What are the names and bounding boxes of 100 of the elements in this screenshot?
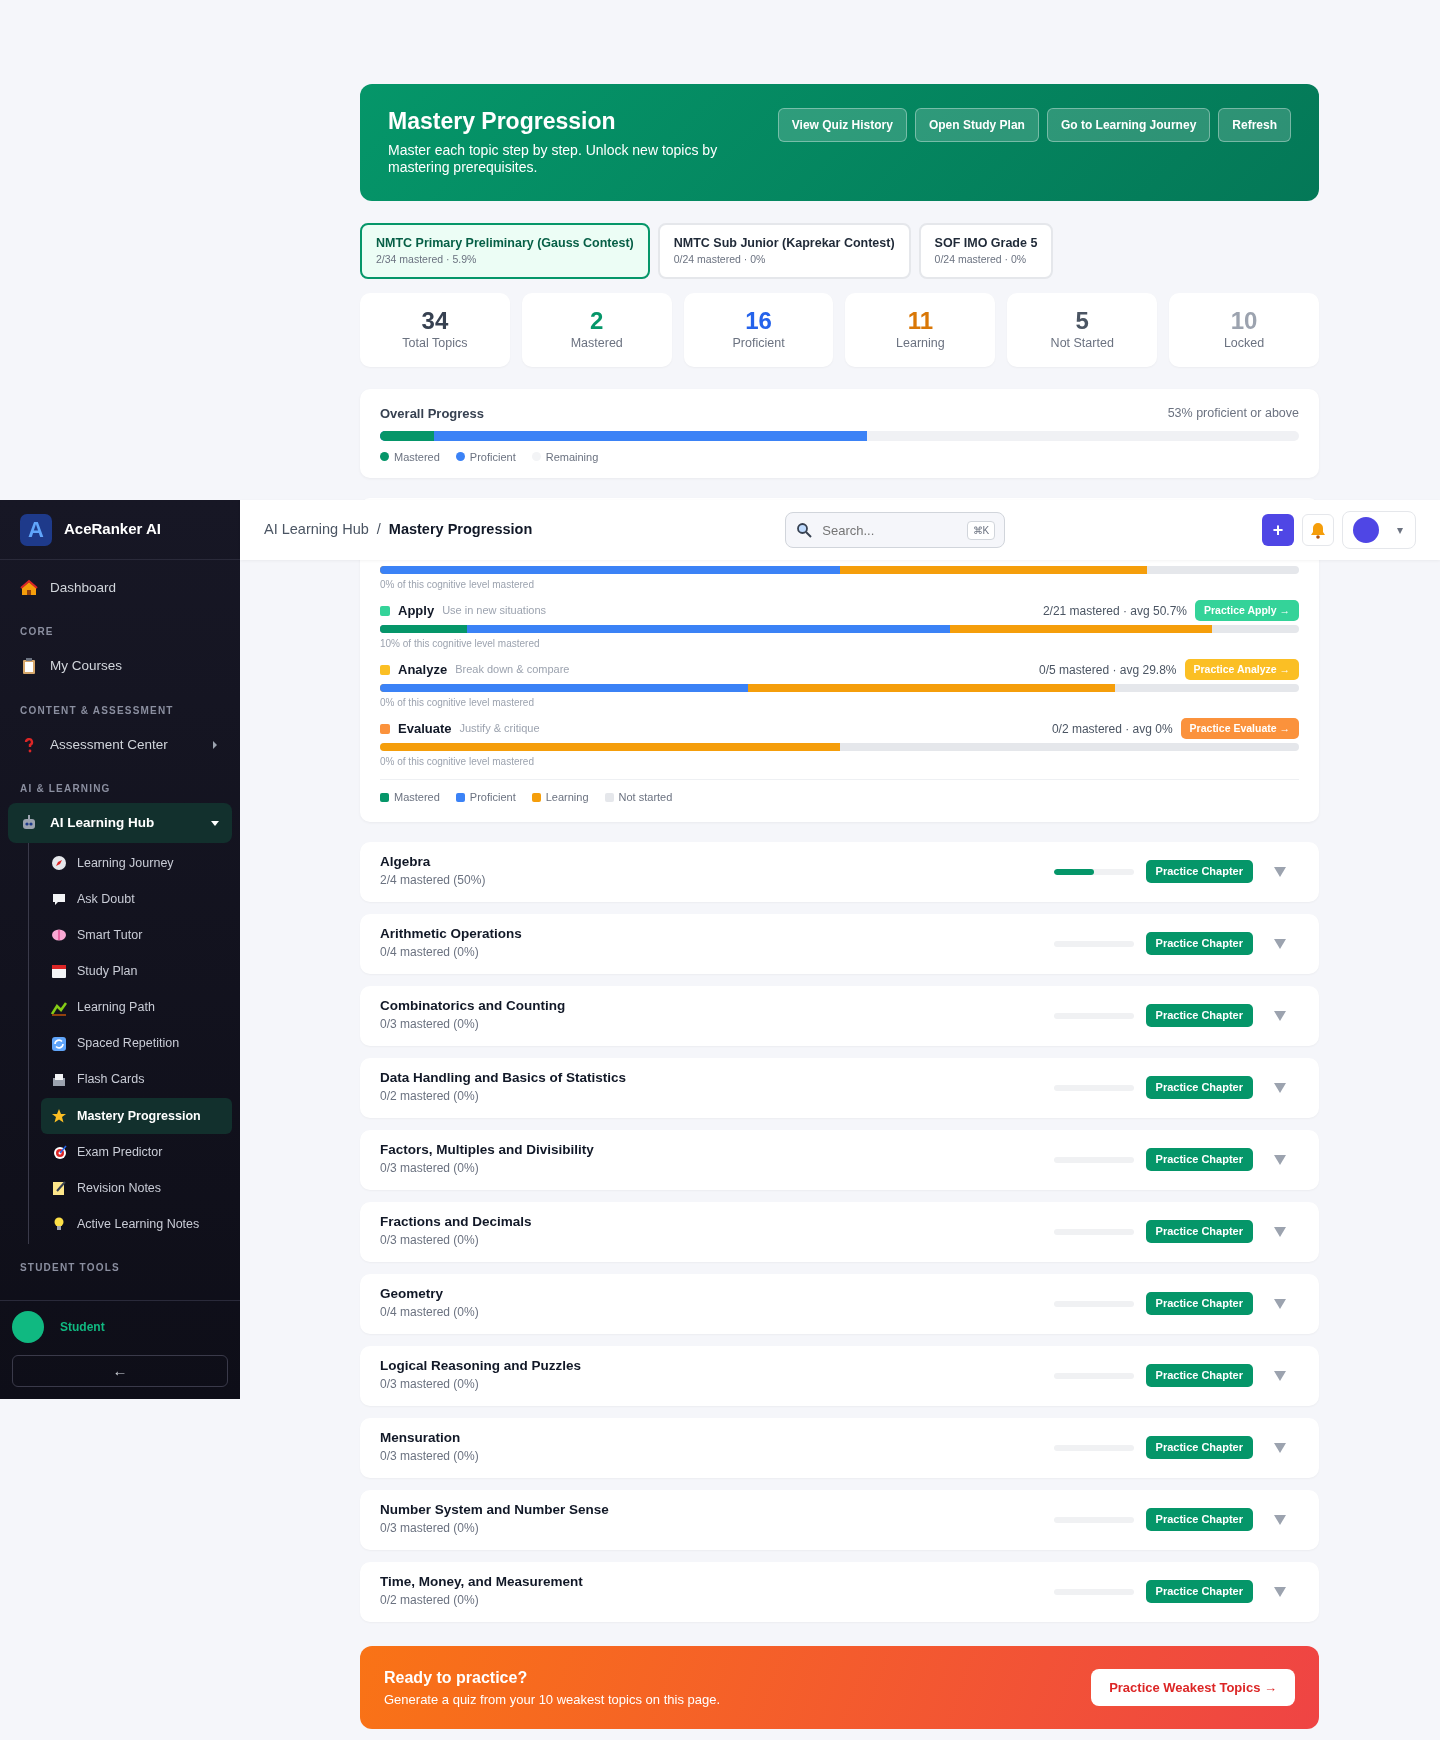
stat-value: 34 xyxy=(421,307,449,334)
chapter-row[interactable]: Geometry 0/4 mastered (0%) Practice Chapter xyxy=(360,1273,1319,1334)
stat-value: 10 xyxy=(1230,307,1258,334)
exam-tab[interactable]: SOF IMO Grade 5 0/24 mastered · 0% xyxy=(918,222,1054,280)
breadcrumb-separator: / xyxy=(376,520,381,540)
exam-tab[interactable]: NMTC Primary Preliminary (Gauss Contest) 2/34 mastered · 5.9% xyxy=(360,222,650,280)
user-avatar xyxy=(1353,517,1379,543)
legend-label: Proficient xyxy=(469,449,516,465)
expand-triangle-icon[interactable] xyxy=(1273,1513,1287,1526)
header-button[interactable]: Open Study Plan xyxy=(914,108,1039,142)
chapter-progress-text: 0/3 mastered (0%) xyxy=(380,1160,480,1178)
chapter-row[interactable]: Data Handling and Basics of Statistics 0/2 mastered (0%) Practice Chapter xyxy=(360,1057,1319,1118)
star-icon xyxy=(51,1107,67,1124)
nav-subitem[interactable]: Exam Predictor xyxy=(41,1134,232,1171)
nav-subitem[interactable]: Active Learning Notes xyxy=(41,1206,232,1243)
exam-tab[interactable]: NMTC Sub Junior (Kaprekar Contest) 0/24 mastered · 0% xyxy=(657,222,911,280)
nav-subitem[interactable]: Learning Path xyxy=(41,989,232,1026)
nav-item[interactable]: My Courses xyxy=(8,646,232,687)
chapter-progress-text: 0/3 mastered (0%) xyxy=(380,1016,480,1034)
chapter-progress-text: 0/2 mastered (0%) xyxy=(380,1592,480,1610)
practice-chapter-button[interactable]: Practice Chapter xyxy=(1145,860,1253,883)
practice-chapter-button[interactable]: Practice Chapter xyxy=(1145,1364,1253,1387)
nav-item[interactable]: AI Learning Hub xyxy=(8,802,232,843)
chapter-row[interactable]: Combinatorics and Counting 0/3 mastered (0%) Practice Chapter xyxy=(360,985,1319,1046)
logo: A xyxy=(20,513,52,546)
header-button[interactable]: Refresh xyxy=(1218,108,1291,142)
chapter-title: Arithmetic Operations xyxy=(380,926,523,944)
nav-item[interactable]: Assessment Center xyxy=(8,724,232,765)
nav-subitem[interactable]: Learning Journey xyxy=(41,845,232,882)
chapter-title: Geometry xyxy=(380,1286,445,1304)
chapter-row[interactable]: Number System and Number Sense 0/3 mastered (0%) Practice Chapter xyxy=(360,1489,1319,1550)
chapter-row[interactable]: Arithmetic Operations 0/4 mastered (0%) Practice Chapter xyxy=(360,913,1319,974)
bell-icon xyxy=(1309,521,1327,539)
breadcrumb-link[interactable]: AI Learning Hub xyxy=(264,519,369,541)
practice-chapter-button[interactable]: Practice Chapter xyxy=(1145,932,1253,955)
caret-icon xyxy=(210,739,220,750)
expand-triangle-icon[interactable] xyxy=(1273,1441,1287,1454)
chapter-progress-text: 0/3 mastered (0%) xyxy=(380,1232,480,1250)
expand-triangle-icon[interactable] xyxy=(1273,1009,1287,1022)
refresh-icon xyxy=(51,1035,67,1052)
clipboard-icon xyxy=(20,657,38,676)
expand-triangle-icon[interactable] xyxy=(1273,1297,1287,1310)
chapter-row[interactable]: Mensuration 0/3 mastered (0%) Practice Chapter xyxy=(360,1417,1319,1478)
chapter-progress-text: 0/4 mastered (0%) xyxy=(380,944,480,962)
expand-triangle-icon[interactable] xyxy=(1273,1153,1287,1166)
nav-subitem[interactable]: Smart Tutor xyxy=(41,917,232,954)
progress-summary: 53% proficient or above xyxy=(1167,405,1299,423)
stat-value: 16 xyxy=(745,307,772,334)
chapter-row[interactable]: Algebra 2/4 mastered (50%) Practice Chapter xyxy=(360,841,1319,902)
add-button[interactable]: + xyxy=(1262,514,1294,546)
practice-chapter-button[interactable]: Practice Chapter xyxy=(1145,1436,1253,1459)
expand-triangle-icon[interactable] xyxy=(1273,865,1287,878)
brand-name: AceRanker AI xyxy=(64,519,161,540)
nav-subitem[interactable]: Ask Doubt xyxy=(41,881,232,918)
expand-triangle-icon[interactable] xyxy=(1273,1081,1287,1094)
level-stats: 0/2 mastered · avg 0% xyxy=(1051,720,1173,738)
chapter-row[interactable]: Factors, Multiples and Divisibility 0/3 mastered (0%) Practice Chapter xyxy=(360,1129,1319,1190)
level-description: Use in new situations xyxy=(442,603,547,619)
chapter-title: Factors, Multiples and Divisibility xyxy=(380,1142,595,1160)
nav-subitem[interactable]: Study Plan xyxy=(41,953,232,990)
expand-triangle-icon[interactable] xyxy=(1273,1369,1287,1382)
notifications-button[interactable] xyxy=(1302,514,1334,546)
nav-subitem[interactable]: Mastery Progression xyxy=(41,1097,232,1134)
calendar-icon xyxy=(51,963,67,980)
practice-chapter-button[interactable]: Practice Chapter xyxy=(1145,1508,1253,1531)
chapter-row[interactable]: Logical Reasoning and Puzzles 0/3 mastered (0%) Practice Chapter xyxy=(360,1345,1319,1406)
level-caption: 10% of this cognitive level mastered xyxy=(380,637,541,652)
shortcut-hint: ⌘K xyxy=(966,521,996,540)
level-stats: 2/21 mastered · avg 50.7% xyxy=(1042,602,1187,620)
chapter-row[interactable]: Fractions and Decimals 0/3 mastered (0%) Practice Chapter xyxy=(360,1201,1319,1262)
nav-item[interactable]: Dashboard xyxy=(8,568,232,609)
header-button[interactable]: Go to Learning Journey xyxy=(1046,108,1211,142)
stat-value: 5 xyxy=(1075,307,1089,334)
practice-chapter-button[interactable]: Practice Chapter xyxy=(1145,1580,1253,1603)
chapter-progress-text: 2/4 mastered (50%) xyxy=(380,872,487,890)
user-menu-button[interactable]: ▾ xyxy=(1342,511,1416,549)
chapter-row[interactable]: Time, Money, and Measurement 0/2 mastered (0%) Practice Chapter xyxy=(360,1561,1319,1622)
practice-chapter-button[interactable]: Practice Chapter xyxy=(1145,1148,1253,1171)
nav-subitem[interactable]: Spaced Repetition xyxy=(41,1025,232,1062)
expand-triangle-icon[interactable] xyxy=(1273,1225,1287,1238)
collapse-sidebar-button[interactable]: ← xyxy=(12,1354,228,1387)
nav-subitem[interactable]: Revision Notes xyxy=(41,1170,232,1207)
practice-chapter-button[interactable]: Practice Chapter xyxy=(1145,1004,1253,1027)
chapter-title: Logical Reasoning and Puzzles xyxy=(380,1358,583,1376)
practice-chapter-button[interactable]: Practice Chapter xyxy=(1145,1076,1253,1099)
speech-bubble-icon xyxy=(51,891,67,908)
stat-label: Proficient xyxy=(732,334,785,352)
legend-label: Remaining xyxy=(545,449,599,465)
practice-chapter-button[interactable]: Practice Chapter xyxy=(1145,1220,1253,1243)
stat-label: Mastered xyxy=(570,334,623,352)
target-icon xyxy=(51,1144,67,1161)
nav-subitem[interactable]: Flash Cards xyxy=(41,1061,232,1098)
practice-weakest-button[interactable]: Practice Weakest Topics → xyxy=(1091,1668,1295,1707)
legend-label: Mastered xyxy=(394,449,440,465)
level-name: Evaluate xyxy=(398,719,452,738)
practice-chapter-button[interactable]: Practice Chapter xyxy=(1145,1292,1253,1315)
robot-icon xyxy=(20,813,38,832)
expand-triangle-icon[interactable] xyxy=(1273,937,1287,950)
chapter-progress-text: 0/3 mastered (0%) xyxy=(380,1376,480,1394)
expand-triangle-icon[interactable] xyxy=(1273,1585,1287,1598)
